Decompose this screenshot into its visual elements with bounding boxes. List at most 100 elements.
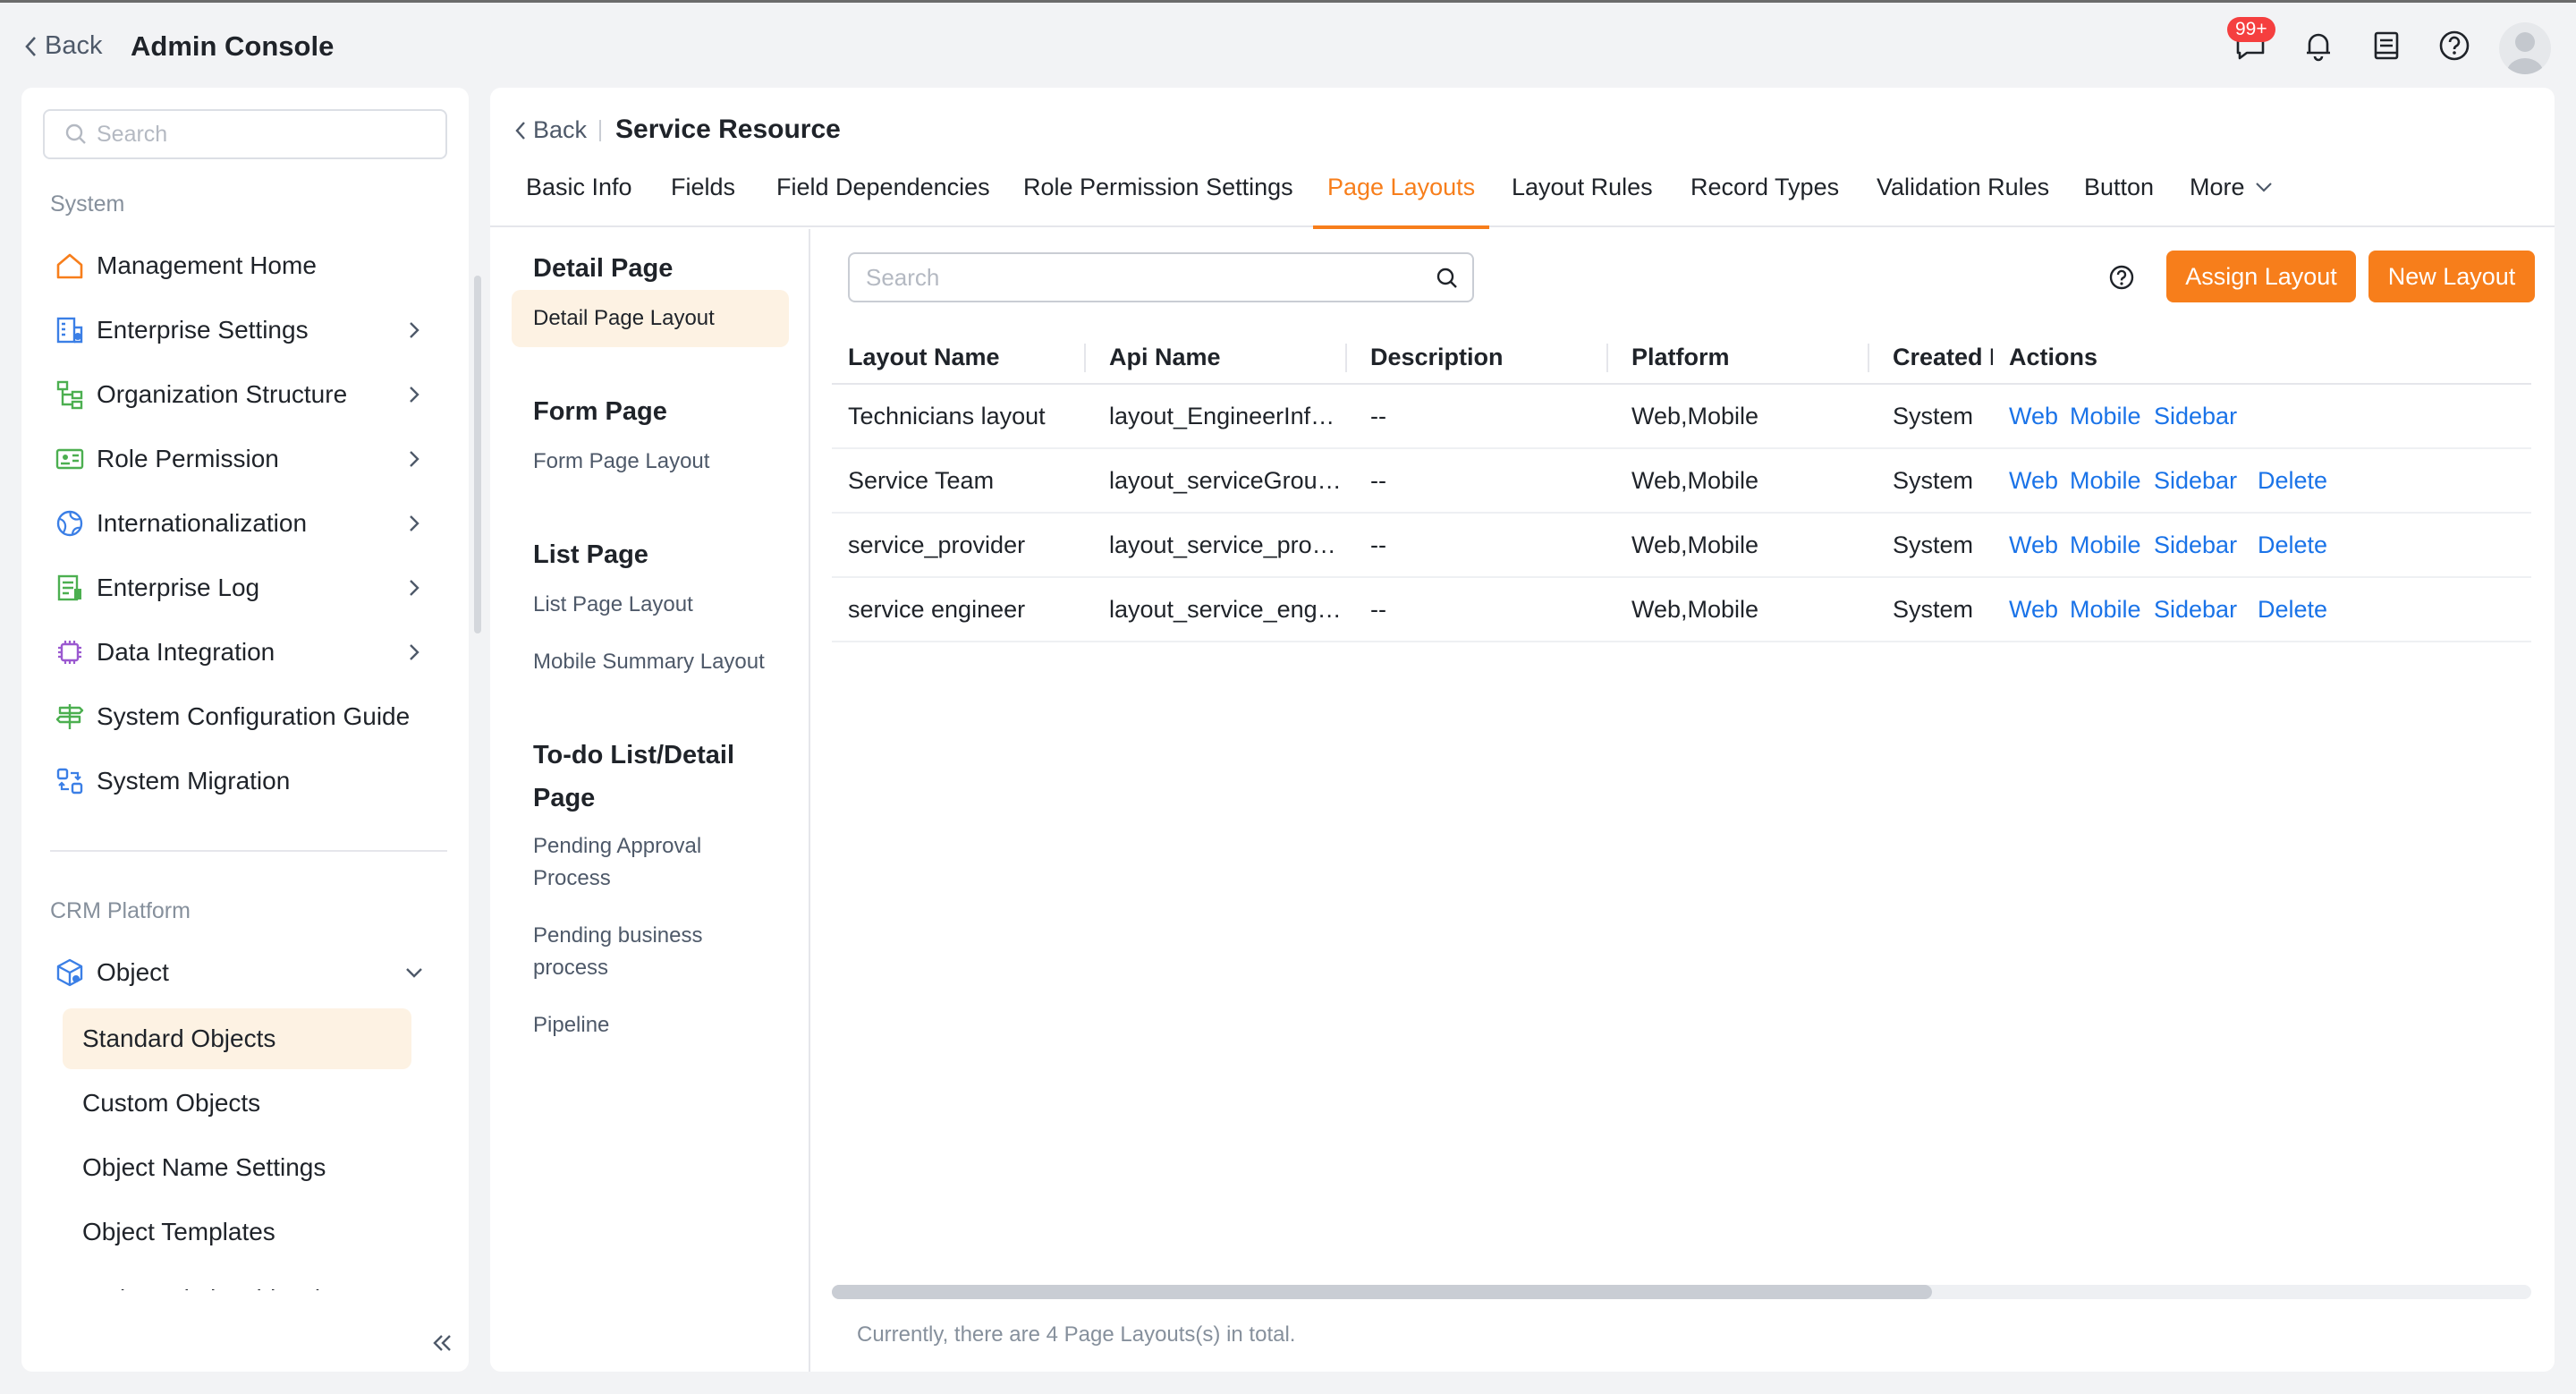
- cell-description: --: [1370, 467, 1386, 494]
- layout-search-placeholder: Search: [866, 263, 940, 291]
- sidebar-sub-object-templates[interactable]: Object Templates: [63, 1202, 411, 1262]
- back-button[interactable]: Back: [23, 31, 102, 61]
- sidebar-item-label: Enterprise Log: [97, 574, 260, 601]
- action-sidebar-link[interactable]: Sidebar: [2154, 403, 2237, 430]
- cell-description: --: [1370, 403, 1386, 429]
- table-row[interactable]: service engineer layout_service_engi… --…: [832, 578, 2531, 642]
- form-page-heading: Form Page: [533, 397, 667, 426]
- nav-form-page-layout[interactable]: Form Page Layout: [533, 446, 709, 478]
- column-divider[interactable]: [1084, 344, 1086, 372]
- cell-description: --: [1370, 596, 1386, 623]
- nav-list-page-layout[interactable]: List Page Layout: [533, 589, 693, 621]
- notebook-icon[interactable]: [2368, 28, 2404, 64]
- action-delete-link[interactable]: Delete: [2258, 596, 2327, 624]
- tab-field-dependencies[interactable]: Field Dependencies: [776, 174, 990, 227]
- sidebar-scrollbar[interactable]: [474, 276, 481, 633]
- sidebar-clip: Entity Relationship Diagram: [21, 1269, 469, 1290]
- tab-layout-rules[interactable]: Layout Rules: [1512, 174, 1653, 227]
- table-row[interactable]: Service Team layout_serviceGrou… -- Web,…: [832, 449, 2531, 514]
- list-page-heading: List Page: [533, 540, 648, 569]
- column-divider[interactable]: [1345, 344, 1347, 372]
- nav-pending-business-line-1[interactable]: Pending business: [533, 920, 702, 952]
- action-sidebar-link[interactable]: Sidebar: [2154, 467, 2237, 495]
- tab-role-permission-settings[interactable]: Role Permission Settings: [1023, 174, 1293, 227]
- sidebar-sub-object-name-settings[interactable]: Object Name Settings: [63, 1137, 411, 1198]
- sidebar: Search System Management Home Enterprise…: [21, 88, 481, 1372]
- help-icon[interactable]: [2436, 28, 2472, 64]
- avatar[interactable]: [2499, 22, 2551, 74]
- bell-icon[interactable]: [2301, 28, 2336, 64]
- migration-icon: [54, 765, 86, 797]
- sidebar-item-system-configuration-guide[interactable]: System Configuration Guide: [54, 689, 438, 744]
- tab-fields[interactable]: Fields: [671, 174, 735, 227]
- sidebar-sub-entity-relationship-diagram[interactable]: Entity Relationship Diagram: [63, 1269, 411, 1290]
- action-delete-link[interactable]: Delete: [2258, 531, 2327, 559]
- cell-platform: Web,Mobile: [1631, 467, 1759, 494]
- horizontal-scrollbar[interactable]: [832, 1285, 2531, 1299]
- sidebar-item-data-integration[interactable]: Data Integration: [54, 625, 438, 680]
- column-divider[interactable]: [1868, 344, 1869, 372]
- action-web-link[interactable]: Web: [2009, 403, 2058, 430]
- action-mobile-link[interactable]: Mobile: [2070, 403, 2141, 430]
- action-delete-link[interactable]: Delete: [2258, 467, 2327, 495]
- chevron-right-icon: [410, 515, 419, 531]
- cell-layout-name: Technicians layout: [848, 403, 1046, 429]
- cell-platform: Web,Mobile: [1631, 531, 1759, 558]
- action-web-link[interactable]: Web: [2009, 531, 2058, 559]
- sidebar-sub-standard-objects[interactable]: Standard Objects: [63, 1008, 411, 1069]
- layouts-content: Search Assign Layout New Layout Layout N…: [812, 229, 2555, 1372]
- new-layout-button[interactable]: New Layout: [2368, 251, 2535, 302]
- tab-more[interactable]: More: [2190, 174, 2275, 227]
- chevron-left-icon: [25, 36, 36, 56]
- nav-pending-business-line-2[interactable]: process: [533, 952, 608, 984]
- tab-record-types[interactable]: Record Types: [1690, 174, 1839, 227]
- detail-page-heading: Detail Page: [533, 254, 674, 283]
- search-icon[interactable]: [1435, 266, 1460, 291]
- sidebar-item-enterprise-settings[interactable]: Enterprise Settings: [54, 302, 438, 358]
- tab-bar: Basic Info Fields Field Dependencies Rol…: [490, 174, 2555, 229]
- cell-created-by: System: [1893, 467, 1974, 494]
- sidebar-item-organization-structure[interactable]: Organization Structure: [54, 367, 438, 422]
- signpost-icon: [54, 701, 86, 733]
- horizontal-scroll-thumb[interactable]: [832, 1285, 1932, 1299]
- table-row[interactable]: service_provider layout_service_pro… -- …: [832, 514, 2531, 578]
- action-mobile-link[interactable]: Mobile: [2070, 596, 2141, 624]
- action-sidebar-link[interactable]: Sidebar: [2154, 531, 2237, 559]
- collapse-sidebar-icon[interactable]: [429, 1330, 456, 1356]
- nav-pipeline[interactable]: Pipeline: [533, 1009, 609, 1041]
- table-row[interactable]: Technicians layout layout_EngineerInf… -…: [832, 385, 2531, 449]
- nav-mobile-summary-layout[interactable]: Mobile Summary Layout: [533, 646, 765, 678]
- sidebar-item-internationalization[interactable]: Internationalization: [54, 496, 438, 551]
- main-back-button[interactable]: Back: [513, 116, 587, 144]
- sidebar-item-enterprise-log[interactable]: Enterprise Log: [54, 560, 438, 616]
- tab-validation-rules[interactable]: Validation Rules: [1877, 174, 2049, 227]
- back-label: Back: [45, 31, 103, 60]
- sidebar-search-input[interactable]: Search: [43, 109, 447, 159]
- sidebar-item-management-home[interactable]: Management Home: [54, 238, 438, 293]
- cell-layout-name: Service Team: [848, 467, 995, 494]
- sidebar-item-label: Internationalization: [97, 509, 308, 537]
- action-sidebar-link[interactable]: Sidebar: [2154, 596, 2237, 624]
- column-divider[interactable]: [1606, 344, 1608, 372]
- help-icon[interactable]: [2107, 263, 2136, 292]
- tab-basic-info[interactable]: Basic Info: [526, 174, 632, 227]
- nav-pending-approval-line-1[interactable]: Pending Approval: [533, 830, 701, 863]
- sidebar-item-system-migration[interactable]: System Migration: [54, 753, 438, 809]
- tab-page-layouts[interactable]: Page Layouts: [1313, 174, 1490, 229]
- action-mobile-link[interactable]: Mobile: [2070, 531, 2141, 559]
- notification-badge: 99+: [2227, 17, 2275, 42]
- sidebar-item-role-permission[interactable]: Role Permission: [54, 431, 438, 487]
- action-web-link[interactable]: Web: [2009, 596, 2058, 624]
- sidebar-item-object[interactable]: Object: [54, 945, 438, 1000]
- action-mobile-link[interactable]: Mobile: [2070, 467, 2141, 495]
- nav-pending-approval-line-2[interactable]: Process: [533, 863, 611, 895]
- col-description: Description: [1370, 344, 1504, 370]
- action-web-link[interactable]: Web: [2009, 467, 2058, 495]
- layout-search-input[interactable]: Search: [848, 252, 1474, 302]
- assign-layout-button[interactable]: Assign Layout: [2166, 251, 2356, 302]
- chevron-right-icon: [410, 644, 419, 660]
- chevron-right-icon: [410, 451, 419, 467]
- tab-button[interactable]: Button: [2084, 174, 2154, 227]
- sidebar-sub-custom-objects[interactable]: Custom Objects: [63, 1073, 411, 1134]
- nav-detail-page-layout[interactable]: Detail Page Layout: [533, 302, 715, 335]
